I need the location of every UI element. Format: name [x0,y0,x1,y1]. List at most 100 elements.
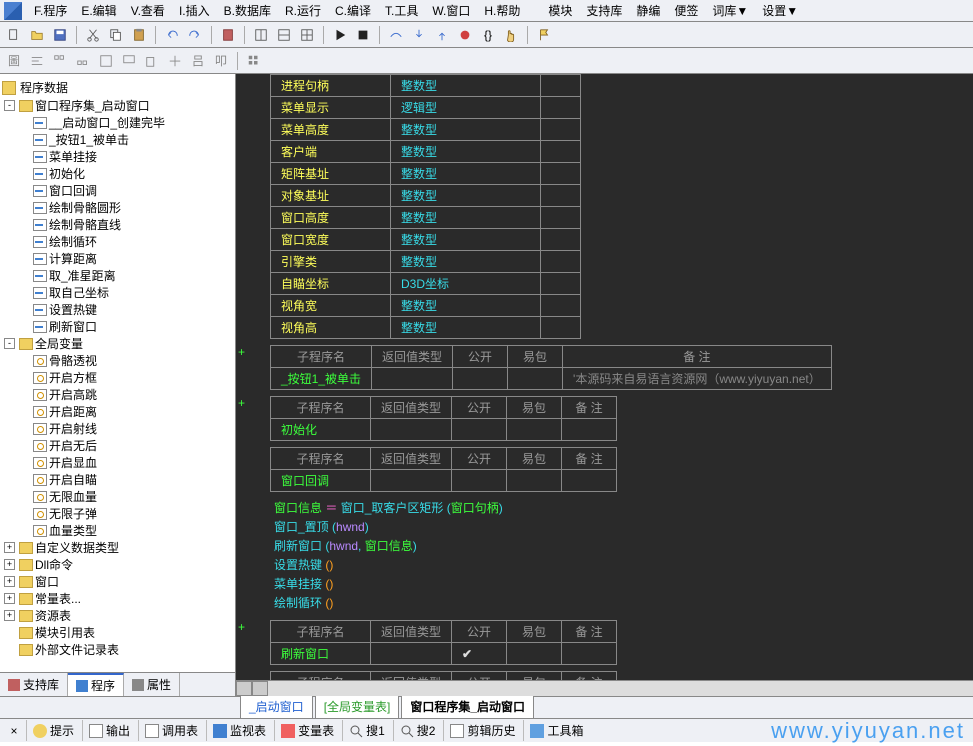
var-row[interactable]: 窗口高度整数型 [271,207,581,229]
step-over-icon[interactable] [386,25,406,45]
menu-help[interactable]: H.帮助 [478,0,526,21]
hand-icon[interactable] [501,25,521,45]
tree-global-item[interactable]: 开启距离 [2,403,233,420]
form2-icon[interactable] [119,51,139,71]
var-row[interactable]: 矩阵基址整数型 [271,163,581,185]
doc-tab-winset[interactable]: 窗口程序集_启动窗口 [401,694,534,718]
step-into-icon[interactable] [409,25,429,45]
braces-icon[interactable]: {} [478,25,498,45]
tree-sub-item[interactable]: 窗口回调 [2,182,233,199]
menu-edit[interactable]: E.编辑 [75,0,122,21]
var-row[interactable]: 进程句柄整数型 [271,75,581,97]
tree-global-item[interactable]: 开启无后 [2,437,233,454]
menu-window[interactable]: W.窗口 [426,0,476,21]
sub4-name[interactable]: 刷新窗口 [271,643,371,665]
var-row[interactable]: 客户端整数型 [271,141,581,163]
menu-database[interactable]: B.数据库 [218,0,277,21]
form3-icon[interactable] [142,51,162,71]
vartable-button[interactable]: 变量表 [274,720,340,741]
tree-global-item[interactable]: 无限子弹 [2,505,233,522]
breakpoint-icon[interactable] [455,25,475,45]
menu-run[interactable]: R.运行 [279,0,327,21]
step-out-icon[interactable] [432,25,452,45]
expand-icon[interactable] [165,51,185,71]
calltable-button[interactable]: 调用表 [138,720,204,741]
var-row[interactable]: 自瞄坐标D3D坐标 [271,273,581,295]
output-button[interactable]: 输出 [82,720,136,741]
search2-button[interactable]: 搜2 [393,720,442,741]
var-row[interactable]: 窗口宽度整数型 [271,229,581,251]
menu-note[interactable]: 便签 [668,0,704,21]
tree-sub-item[interactable]: 绘制循环 [2,233,233,250]
menu-insert[interactable]: I.插入 [173,0,216,21]
menu-view[interactable]: V.查看 [125,0,171,21]
new-icon[interactable] [4,25,24,45]
tree-global-item[interactable]: 无限血量 [2,488,233,505]
grid-toggle-icon[interactable] [244,51,264,71]
tree-sub-item[interactable]: 取自己坐标 [2,284,233,301]
redo-icon[interactable] [185,25,205,45]
fold-icon[interactable]: + [238,345,245,359]
tree-other-item[interactable]: +Dll命令 [2,556,233,573]
sub3-name[interactable]: 窗口回调 [271,470,371,492]
close-panel-icon[interactable]: × [4,721,24,741]
code-line[interactable]: 窗口_置顶 (hwnd) [274,517,973,536]
expander-icon[interactable]: - [4,338,15,349]
tree-sub-item[interactable]: __启动窗口_创建完毕 [2,114,233,131]
toolbox-button[interactable]: 工具箱 [523,720,589,741]
tree-other-item[interactable]: +资源表 [2,607,233,624]
code-editor[interactable]: 进程句柄整数型菜单显示逻辑型菜单高度整数型客户端整数型矩阵基址整数型对象基址整数… [236,74,973,696]
tree-other-item[interactable]: 外部文件记录表 [2,641,233,658]
code-line[interactable]: 窗口信息 ＝ 窗口_取客户区矩形 (窗口句柄) [274,498,973,517]
ruler-icon[interactable]: 吕 [188,51,208,71]
menu-module[interactable]: 模块 [542,0,578,21]
var-row[interactable]: 视角高整数型 [271,317,581,339]
tree-global-item[interactable]: 开启高跳 [2,386,233,403]
copy-icon[interactable] [106,25,126,45]
cliphistory-button[interactable]: 剪辑历史 [443,720,521,741]
fold-icon[interactable]: + [238,620,245,634]
form1-icon[interactable] [96,51,116,71]
expander-icon[interactable]: + [4,593,15,604]
hscroll[interactable] [236,680,973,696]
tree-other-item[interactable]: 模块引用表 [2,624,233,641]
tree-global-item[interactable]: 开启自瞄 [2,471,233,488]
book-icon[interactable] [218,25,238,45]
cut-icon[interactable] [83,25,103,45]
paste-icon[interactable] [129,25,149,45]
layout2-icon[interactable] [274,25,294,45]
img-icon[interactable]: 圖 [4,51,24,71]
var-row[interactable]: 对象基址整数型 [271,185,581,207]
tree-other-item[interactable]: +窗口 [2,573,233,590]
tree-global-item[interactable]: 开启显血 [2,454,233,471]
run-icon[interactable] [330,25,350,45]
tab-properties[interactable]: 属性 [124,673,180,696]
tree-global-item[interactable]: 骨骼透视 [2,352,233,369]
menu-dict[interactable]: 词库▼ [706,0,754,21]
sub1-name[interactable]: _按钮1_被单击 [271,368,372,390]
scroll-left-icon[interactable] [236,681,252,696]
watch-button[interactable]: 监视表 [206,720,272,741]
expander-icon[interactable]: + [4,576,15,587]
tree-other-item[interactable]: +自定义数据类型 [2,539,233,556]
sub2-name[interactable]: 初始化 [271,419,371,441]
expander-icon[interactable]: + [4,542,15,553]
layout1-icon[interactable] [251,25,271,45]
tree-globals[interactable]: -全局变量 [2,335,233,352]
flag-icon[interactable] [534,25,554,45]
var-row[interactable]: 引擎类整数型 [271,251,581,273]
menu-settings[interactable]: 设置▼ [756,0,804,21]
code-line[interactable]: 菜单挂接 () [274,574,973,593]
expander-icon[interactable]: + [4,559,15,570]
tab-support-lib[interactable]: 支持库 [0,673,68,696]
tip-button[interactable]: 提示 [26,720,80,741]
project-tree[interactable]: 程序数据 -窗口程序集_启动窗口__启动窗口_创建完毕_按钮1_被单击菜单挂接初… [0,74,235,672]
expander-icon[interactable]: - [4,100,15,111]
tree-sub-item[interactable]: 取_准星距离 [2,267,233,284]
code-scroll[interactable]: 进程句柄整数型菜单显示逻辑型菜单高度整数型客户端整数型矩阵基址整数型对象基址整数… [236,74,973,680]
tree-sub-item[interactable]: _按钮1_被单击 [2,131,233,148]
stop-icon[interactable] [353,25,373,45]
code-line[interactable]: 刷新窗口 (hwnd, 窗口信息) [274,536,973,555]
search1-button[interactable]: 搜1 [342,720,391,741]
tree-sub-item[interactable]: 绘制骨骼圆形 [2,199,233,216]
